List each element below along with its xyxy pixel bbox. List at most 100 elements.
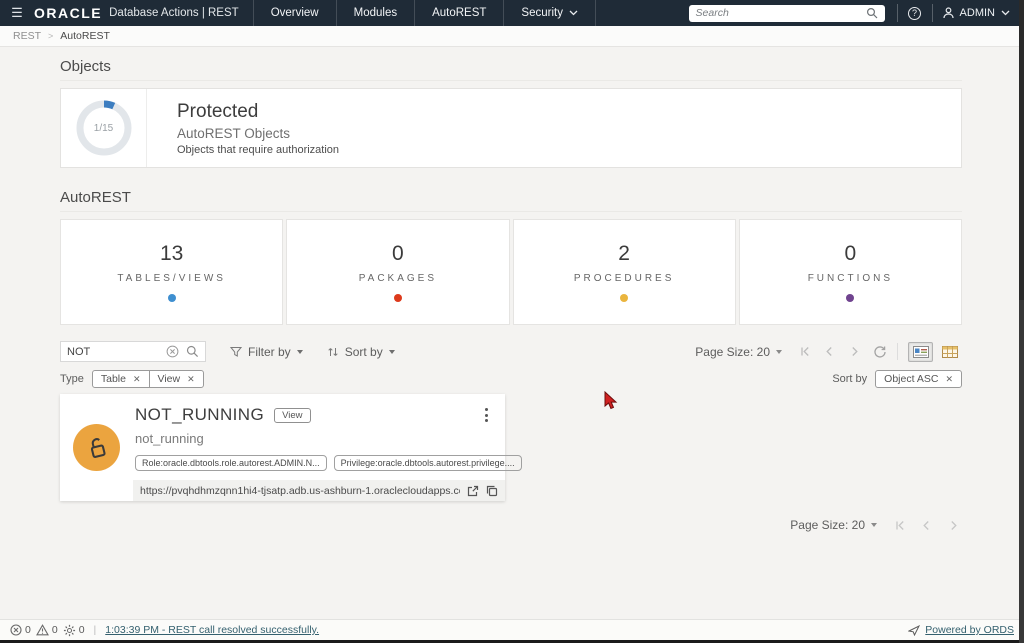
tab-overview[interactable]: Overview	[252, 0, 336, 26]
tab-security[interactable]: Security	[503, 0, 596, 26]
vertical-scrollbar[interactable]	[1019, 0, 1024, 643]
stat-functions[interactable]: 0 FUNCTIONS	[738, 219, 962, 325]
clear-search-icon[interactable]	[166, 345, 179, 358]
page-size-label: Page Size: 20	[695, 344, 770, 359]
object-search-input[interactable]: NOT	[60, 341, 206, 362]
open-in-new-tab-icon[interactable]	[467, 485, 479, 497]
stat-label: PROCEDURES	[573, 273, 675, 284]
status-bar: 0 0 0 | 1:03:39 PM - REST call resolved …	[0, 619, 1024, 640]
copy-url-icon[interactable]	[486, 485, 498, 497]
chevron-down-icon	[569, 10, 578, 16]
page-size-dropdown[interactable]: Page Size: 20	[695, 345, 782, 359]
card-view-icon	[912, 345, 929, 358]
brand: ORACLE Database Actions | REST	[34, 0, 253, 26]
user-name: ADMIN	[959, 7, 995, 19]
object-subtitle: not_running	[135, 431, 204, 446]
stat-dot	[846, 294, 855, 302]
breadcrumb-rest[interactable]: REST	[13, 30, 41, 42]
first-page-icon[interactable]	[798, 345, 811, 358]
error-counter[interactable]: 0	[10, 624, 31, 636]
warning-counter[interactable]: 0	[35, 624, 58, 636]
object-card-not-running[interactable]: NOT_RUNNING View not_running Role:oracle…	[60, 394, 522, 501]
bottom-pagination	[893, 519, 960, 532]
object-card-body: NOT_RUNNING View not_running Role:oracle…	[133, 394, 522, 501]
stat-value: 13	[159, 242, 184, 265]
privilege-chip[interactable]: Privilege:oracle.dbtools.autorest.privil…	[333, 455, 522, 471]
search-icon	[866, 7, 877, 19]
type-label: Type	[60, 373, 84, 385]
header-search-input[interactable]: Search	[688, 4, 885, 22]
remove-chip-icon[interactable]: ✕	[945, 374, 953, 385]
warning-icon	[35, 624, 49, 636]
header-search-placeholder: Search	[695, 7, 729, 19]
sort-by-dropdown[interactable]: Sort by	[327, 345, 395, 359]
breadcrumb: REST > AutoREST	[0, 26, 1024, 47]
caret-down-icon	[776, 349, 782, 354]
objects-heading: Objects	[60, 58, 962, 81]
app-window: ☰ ORACLE Database Actions | REST Overvie…	[0, 0, 1024, 643]
help-button[interactable]: ?	[898, 0, 932, 26]
filter-by-dropdown[interactable]: Filter by	[230, 345, 303, 359]
card-view-button[interactable]	[908, 341, 933, 362]
powered-by-link[interactable]: Powered by ORDS	[925, 624, 1014, 636]
scrollbar-thumb[interactable]	[1019, 0, 1024, 300]
table-view-button[interactable]	[937, 342, 962, 362]
role-chip[interactable]: Role:oracle.dbtools.role.autorest.ADMIN.…	[135, 455, 327, 471]
filter-icon	[230, 346, 242, 357]
type-chips: Table ✕ View ✕	[91, 370, 204, 388]
top-header: ☰ ORACLE Database Actions | REST Overvie…	[0, 0, 1024, 26]
process-counter[interactable]: 0	[63, 624, 85, 637]
object-title: NOT_RUNNING	[135, 405, 265, 424]
status-message-link[interactable]: 1:03:39 PM - REST call resolved successf…	[105, 624, 319, 636]
stat-value: 2	[618, 242, 630, 265]
status-divider: |	[93, 624, 97, 636]
stat-tables-views[interactable]: 13 TABLES/VIEWS	[60, 219, 284, 325]
tab-autorest[interactable]: AutoREST	[414, 0, 503, 26]
stat-procedures[interactable]: 2 PROCEDURES	[512, 219, 736, 325]
hamburger-menu-icon[interactable]: ☰	[0, 0, 34, 26]
protected-subtitle: AutoREST Objects	[177, 125, 291, 141]
first-page-icon[interactable]	[893, 519, 906, 532]
stat-label: TABLES/VIEWS	[117, 273, 226, 284]
sort-chip-object-asc[interactable]: Object ASC ✕	[875, 370, 962, 388]
tab-modules[interactable]: Modules	[335, 0, 414, 26]
bottom-page-size-label: Page Size: 20	[790, 518, 865, 532]
stat-value: 0	[392, 242, 404, 265]
user-menu[interactable]: ADMIN	[933, 0, 1024, 26]
filter-by-label: Filter by	[248, 344, 291, 359]
objects-toolbar: NOT Filter by Sort by Page Size: 20	[60, 341, 962, 362]
stat-dot	[167, 294, 176, 302]
type-chip-view[interactable]: View ✕	[148, 370, 204, 388]
caret-down-icon	[871, 523, 877, 527]
protected-objects-card[interactable]: 1/15 Protected AutoREST Objects Objects …	[60, 88, 962, 168]
remove-chip-icon[interactable]: ✕	[133, 374, 141, 385]
next-page-icon[interactable]	[947, 519, 960, 532]
error-icon	[10, 624, 22, 636]
help-icon: ?	[908, 6, 922, 20]
prev-page-icon[interactable]	[920, 519, 933, 532]
stat-packages[interactable]: 0 PACKAGES	[286, 219, 510, 325]
object-auth-chips: Role:oracle.dbtools.role.autorest.ADMIN.…	[135, 455, 522, 471]
caret-down-icon	[296, 349, 303, 354]
bottom-page-size-dropdown[interactable]: Page Size: 20	[790, 518, 877, 532]
object-url: https://pvqhdhmzqnn1hi4-tjsatp.adb.us-as…	[140, 484, 460, 497]
powered-by: Powered by ORDS	[908, 624, 1014, 636]
sort-icon	[328, 347, 338, 356]
object-card-avatar-cell	[60, 394, 133, 501]
remove-chip-icon[interactable]: ✕	[187, 374, 195, 385]
kebab-menu-icon[interactable]	[482, 405, 491, 425]
stat-dot	[393, 294, 402, 302]
search-icon[interactable]	[186, 345, 199, 358]
prev-page-icon[interactable]	[823, 345, 836, 358]
app-title: Database Actions | REST	[109, 7, 239, 19]
avatar	[73, 424, 120, 471]
refresh-icon[interactable]	[873, 345, 887, 359]
type-chip-table[interactable]: Table ✕	[91, 370, 150, 388]
next-page-icon[interactable]	[848, 345, 861, 358]
chevron-down-icon	[1001, 10, 1010, 16]
object-url-bar: https://pvqhdhmzqnn1hi4-tjsatp.adb.us-as…	[133, 480, 505, 501]
protected-donut-label: 1/15	[93, 122, 114, 134]
protected-title: Protected	[177, 100, 259, 122]
sort-by-label: Sort by	[344, 344, 383, 359]
stat-label: PACKAGES	[358, 273, 438, 284]
